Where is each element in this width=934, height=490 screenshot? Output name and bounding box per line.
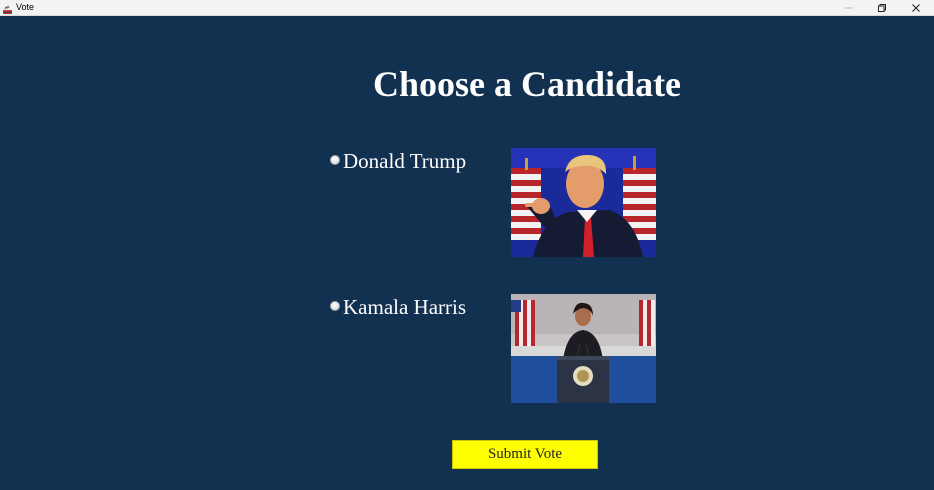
restore-button[interactable]: [865, 0, 899, 16]
candidate-photo-trump: [511, 148, 656, 257]
window-title: Vote: [16, 2, 35, 12]
minimize-icon: [845, 7, 853, 9]
candidate-option-trump[interactable]: Donald Trump: [330, 148, 466, 174]
close-button[interactable]: [899, 0, 933, 16]
restore-icon: [878, 4, 886, 12]
minimize-button[interactable]: [832, 0, 866, 16]
candidate-photo-harris: [511, 294, 656, 403]
java-app-icon: [2, 2, 13, 14]
radio-button-trump[interactable]: [330, 154, 340, 165]
candidate-label-harris: Kamala Harris: [343, 295, 467, 319]
window-titlebar[interactable]: Vote: [0, 0, 934, 16]
candidate-label-trump: Donald Trump: [343, 149, 467, 173]
candidate-option-harris[interactable]: Kamala Harris: [330, 294, 466, 320]
page-heading: Choose a Candidate: [373, 64, 682, 104]
submit-vote-button[interactable]: Submit Vote: [452, 440, 598, 469]
close-icon: [912, 4, 920, 12]
vote-panel: Choose a Candidate Donald Trump Kamala H…: [0, 16, 934, 490]
radio-button-harris[interactable]: [330, 300, 340, 311]
